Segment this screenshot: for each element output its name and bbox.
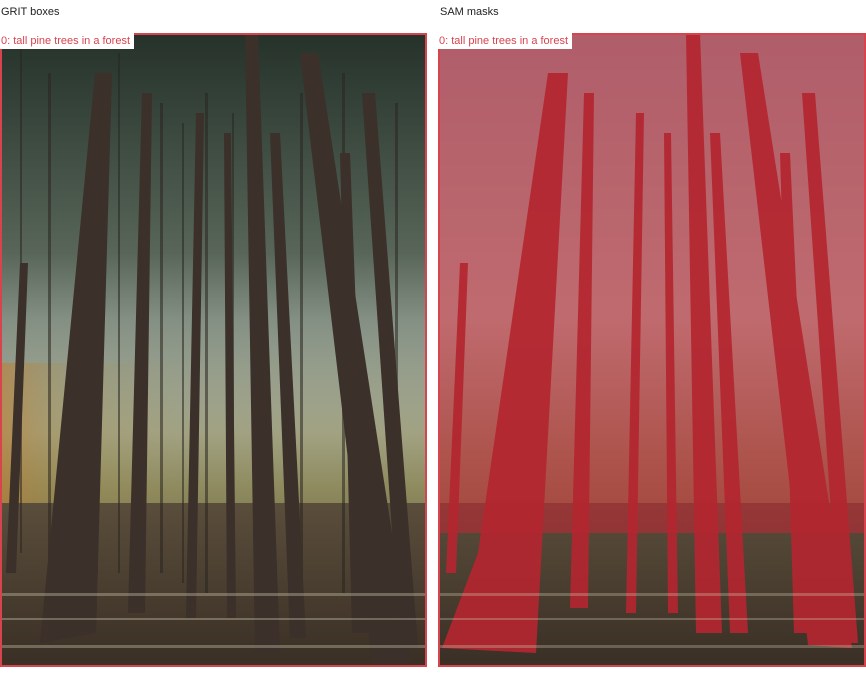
forest-photo-masked (438, 33, 866, 667)
grit-box-label: 0: tall pine trees in a forest (0, 33, 135, 49)
sam-masks-panel: 0: tall pine trees in a forest (438, 33, 866, 667)
forest-photo (0, 33, 427, 667)
grit-boxes-title: GRIT boxes (1, 6, 60, 18)
grit-boxes-panel: 0: tall pine trees in a forest (0, 33, 427, 667)
sam-masks-title: SAM masks (440, 6, 499, 18)
sam-box-label: 0: tall pine trees in a forest (438, 33, 573, 49)
